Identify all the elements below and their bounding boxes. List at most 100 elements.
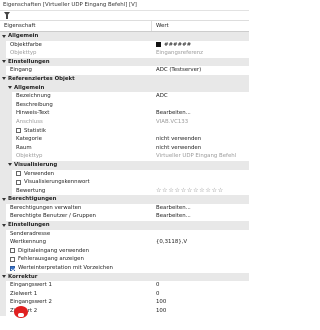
property-row[interactable]: Beschreibung	[0, 100, 249, 110]
property-label: Bezeichnung	[16, 93, 51, 100]
category-label: Allgemein	[14, 84, 45, 91]
indent-gutter	[6, 100, 12, 110]
category-row[interactable]: Korrektur	[0, 272, 249, 282]
property-value: VIAB.VC133	[156, 118, 189, 125]
property-row[interactable]: Eingangswert 1 0	[0, 281, 249, 290]
property-value[interactable]: ADC (Testserver)	[156, 66, 201, 75]
property-row[interactable]: Bezeichnung ADC	[0, 92, 249, 101]
property-row[interactable]: Visualisierungskennwort	[0, 178, 249, 187]
category-label: Korrektur	[8, 273, 38, 280]
color-swatch[interactable]	[156, 42, 161, 48]
property-value[interactable]: ######	[164, 41, 191, 50]
property-value: Virtueller UDP Eingang Befehl	[156, 153, 237, 160]
property-value[interactable]: 100	[156, 307, 166, 316]
property-value[interactable]: Bearbeiten...	[156, 109, 191, 118]
indent-gutter	[0, 246, 6, 256]
property-value[interactable]: 0	[156, 290, 159, 299]
category-row[interactable]: Referenziertes Objekt	[0, 74, 249, 84]
property-row[interactable]: Werteinterpretation mit Vorzeichen	[0, 264, 249, 273]
property-label: Eingangswert 2	[10, 299, 52, 306]
property-row[interactable]: Berechtigte Benutzer / Gruppen Bearbeiten…	[0, 212, 249, 222]
property-label: Digitaleingang verwenden	[18, 247, 90, 254]
property-row[interactable]: Objekttyp Eingangsreferenz	[0, 49, 249, 58]
property-value[interactable]: 0	[156, 281, 159, 290]
category-row[interactable]: Allgemein	[0, 32, 249, 41]
category-row[interactable]: Berechtigungen	[0, 195, 249, 204]
category-row[interactable]: Allgemein	[0, 83, 249, 93]
property-label: Bewertung	[16, 187, 46, 194]
property-value[interactable]: Bearbeiten...	[156, 212, 191, 221]
indent-gutter	[0, 255, 6, 265]
collapse-icon[interactable]	[2, 223, 6, 227]
property-row[interactable]: Digitaleingang verwenden	[0, 246, 249, 256]
column-header-value[interactable]: Wert	[156, 21, 169, 31]
category-row[interactable]: Einstellungen	[0, 57, 249, 67]
property-label: Eingang	[10, 67, 32, 74]
property-row[interactable]: Zielwert 1 0	[0, 289, 249, 299]
property-label: Objekttyp	[10, 50, 37, 57]
property-row[interactable]: Anschluss VIAB.VC133	[0, 117, 249, 127]
collapse-icon[interactable]	[8, 163, 12, 167]
checkbox[interactable]	[10, 256, 15, 262]
column-header-name[interactable]: Eigenschaft	[4, 21, 35, 31]
property-row[interactable]: Zielwert 2100	[0, 307, 249, 316]
property-row[interactable]: Senderadresse	[0, 229, 249, 239]
property-row[interactable]: Fehlerausgang anzeigen	[0, 255, 249, 265]
property-row[interactable]: Statistik	[0, 126, 249, 136]
property-row[interactable]: Kategorie nicht verwenden	[0, 135, 249, 144]
category-label: Visualisierung	[14, 161, 58, 168]
property-row[interactable]: Eingang ADC (Testserver)	[0, 66, 249, 75]
property-label: Berechtigungen verwalten	[10, 204, 82, 211]
collapse-icon[interactable]	[2, 197, 6, 201]
collapse-icon[interactable]	[2, 77, 6, 81]
checkbox[interactable]	[16, 179, 21, 185]
property-value[interactable]: 100	[156, 298, 166, 307]
indent-gutter	[0, 203, 6, 213]
property-value[interactable]: Bearbeiten...	[156, 204, 191, 213]
category-row[interactable]: Visualisierung	[0, 160, 249, 170]
rating-stars[interactable]: ☆☆☆☆☆☆☆☆☆☆☆	[156, 187, 224, 196]
collapse-icon[interactable]	[2, 275, 6, 279]
indent-gutter	[0, 264, 6, 273]
indent-gutter	[6, 109, 12, 118]
property-label: Fehlerausgang anzeigen	[18, 256, 84, 263]
indent-gutter	[6, 92, 12, 101]
property-label: Senderadresse	[10, 230, 51, 237]
property-row[interactable]: Objekttyp Virtueller UDP Eingang Befehl	[0, 152, 249, 161]
property-row[interactable]: Objektfarbe ######	[0, 40, 249, 50]
indent-gutter	[6, 143, 12, 153]
checkbox[interactable]	[10, 248, 15, 254]
property-value[interactable]: {0,3118},V	[156, 238, 187, 247]
property-row[interactable]: Bewertung ☆☆☆☆☆☆☆☆☆☆☆	[0, 186, 249, 196]
checkbox[interactable]	[16, 171, 21, 176]
property-value[interactable]: nicht verwenden	[156, 135, 201, 144]
property-row[interactable]: Eingangswert 2 100	[0, 298, 249, 307]
property-value[interactable]: ADC	[156, 92, 168, 101]
indent-gutter	[0, 281, 6, 290]
property-row[interactable]: Raum nicht verwenden	[0, 143, 249, 153]
collapse-icon[interactable]	[2, 60, 6, 64]
property-row[interactable]: Verwenden	[0, 169, 249, 179]
filter-icon[interactable]	[4, 12, 10, 19]
property-label: Objektfarbe	[10, 41, 42, 48]
checkbox[interactable]	[16, 128, 21, 134]
property-value[interactable]: nicht verwenden	[156, 144, 201, 153]
property-label: Verwenden	[24, 170, 55, 177]
property-row[interactable]: Wertkennung {0,3118},V	[0, 238, 249, 247]
indent-gutter	[0, 238, 6, 247]
property-row[interactable]: Berechtigungen verwalten Bearbeiten...	[0, 203, 249, 213]
category-label: Berechtigungen	[8, 196, 57, 203]
category-label: Einstellungen	[8, 58, 50, 65]
column-divider[interactable]	[151, 21, 152, 31]
indent-gutter	[6, 169, 12, 179]
indent-gutter	[6, 178, 12, 187]
checkbox[interactable]	[10, 265, 15, 271]
property-row[interactable]: Hinweis-Text Bearbeiten...	[0, 109, 249, 118]
collapse-icon[interactable]	[8, 86, 12, 90]
indent-gutter	[0, 307, 6, 316]
property-label: Berechtigte Benutzer / Gruppen	[10, 213, 96, 220]
category-row[interactable]: Einstellungen	[0, 221, 249, 230]
indent-gutter	[6, 135, 12, 144]
indent-gutter	[6, 186, 12, 196]
collapse-icon[interactable]	[2, 34, 6, 38]
